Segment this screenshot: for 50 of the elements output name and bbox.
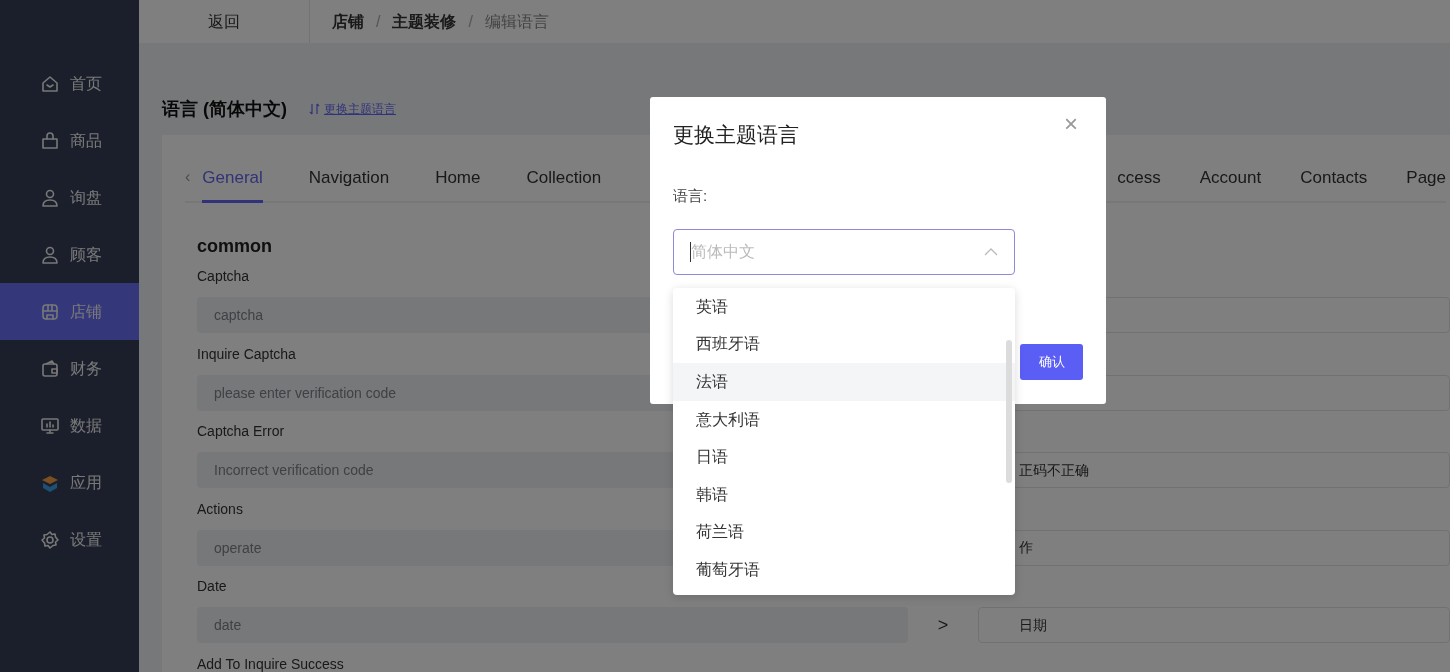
- tab[interactable]: Home: [435, 164, 481, 203]
- close-button[interactable]: ×: [1058, 111, 1084, 137]
- back-button[interactable]: 返回: [139, 0, 310, 43]
- tab[interactable]: Account: [1199, 164, 1262, 203]
- dialog-title: 更换主题语言: [673, 122, 799, 148]
- settings-icon: [40, 529, 60, 550]
- tab[interactable]: ccess: [1117, 164, 1161, 203]
- bag-icon: [40, 130, 60, 151]
- tab[interactable]: Collection: [526, 164, 602, 203]
- sidebar-item[interactable]: 询盘: [0, 169, 139, 226]
- change-language-link[interactable]: 更换主题语言: [309, 100, 396, 118]
- wallet-icon: [40, 358, 60, 379]
- sidebar-item[interactable]: 首页: [0, 55, 139, 112]
- sidebar-item[interactable]: 顾客: [0, 226, 139, 283]
- breadcrumb-separator: /: [468, 11, 473, 32]
- user-icon: [40, 244, 60, 265]
- tab[interactable]: Contacts: [1300, 164, 1368, 203]
- sidebar-item[interactable]: 应用: [0, 454, 139, 511]
- tab[interactable]: Navigation: [308, 164, 390, 203]
- input-field[interactable]: date: [197, 607, 908, 644]
- field-label: Captcha Error: [197, 422, 285, 442]
- sidebar-item[interactable]: 店铺: [0, 283, 139, 340]
- sidebar-item[interactable]: 财务: [0, 340, 139, 397]
- home-icon: [40, 73, 60, 94]
- swap-icon: [309, 103, 320, 115]
- store-icon: [40, 301, 60, 322]
- tab[interactable]: General: [202, 164, 263, 203]
- field-label: Add To Inquire Success: [197, 654, 344, 672]
- tab[interactable]: Page: [1406, 164, 1446, 203]
- dropdown-option[interactable]: 法语: [673, 363, 1015, 401]
- field-label: Actions: [197, 499, 243, 519]
- sidebar-item[interactable]: 商品: [0, 112, 139, 169]
- field-label: Date: [197, 577, 227, 597]
- page-title: 语言 (简体中文): [162, 97, 287, 121]
- sidebar-item[interactable]: 数据: [0, 397, 139, 454]
- monitor-icon: [40, 415, 60, 436]
- chevron-up-icon: [984, 248, 998, 256]
- field-label: Captcha: [197, 267, 250, 286]
- breadcrumb-separator: /: [376, 11, 381, 32]
- translation-field[interactable]: 日期: [978, 607, 1450, 644]
- breadcrumb-item[interactable]: 店铺: [332, 9, 364, 34]
- field-label: 语言:: [673, 185, 708, 206]
- confirm-button[interactable]: 确认: [1020, 344, 1083, 380]
- breadcrumb-item[interactable]: 主题装修: [392, 9, 457, 34]
- section-title: common: [197, 235, 272, 258]
- field-label: Inquire Captcha: [197, 344, 296, 364]
- sidebar-item[interactable]: 设置: [0, 511, 139, 568]
- copy-arrow-button[interactable]: >: [908, 610, 978, 640]
- user-icon: [40, 187, 60, 208]
- breadcrumb-item: 编辑语言: [484, 11, 549, 32]
